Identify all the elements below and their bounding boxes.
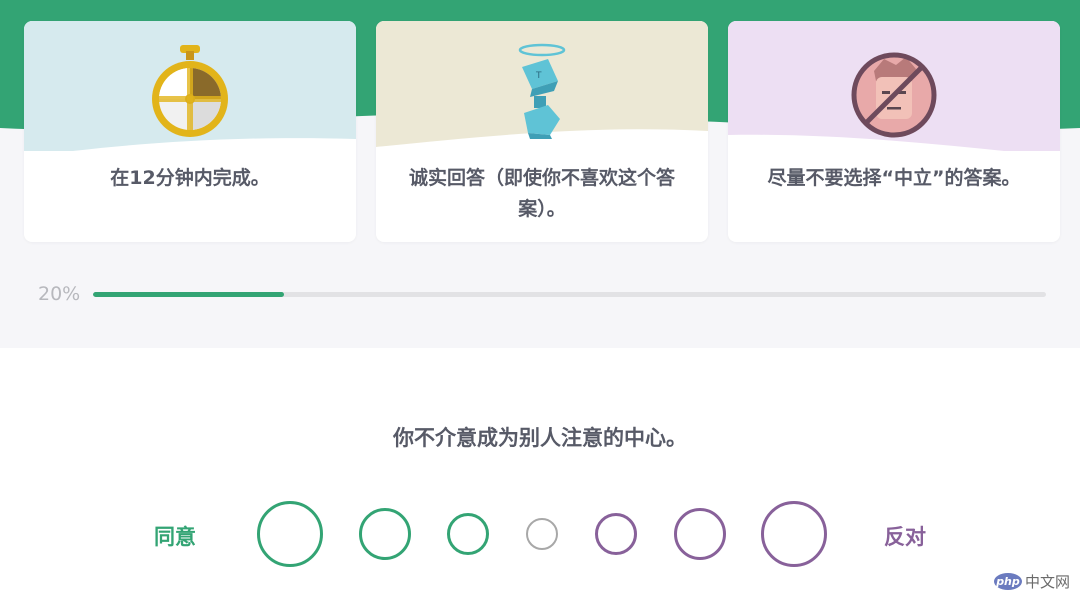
svg-text:T: T: [535, 71, 542, 81]
tip-text: 尽量不要选择“中立”的答案。: [767, 167, 1021, 189]
agree-label: 同意: [154, 525, 196, 549]
answer-option-3[interactable]: [447, 513, 489, 555]
php-logo-icon: php: [993, 573, 1022, 590]
progress-bar: [93, 292, 1046, 297]
answer-option-5[interactable]: [595, 513, 637, 555]
progress-fill: [93, 292, 284, 297]
answer-option-1[interactable]: [257, 501, 323, 567]
answer-option-4[interactable]: [526, 518, 558, 550]
stopwatch-icon: [152, 45, 228, 137]
tip-card-honest: T 诚实回答（即使你不喜欢这个答案）。: [376, 21, 708, 242]
answer-option-2[interactable]: [359, 508, 411, 560]
watermark-text: 中文网: [1024, 573, 1070, 591]
no-neutral-face-icon: [851, 52, 937, 138]
answer-option-7[interactable]: [761, 501, 827, 567]
watermark: php 中文网: [993, 571, 1070, 592]
tip-text: 诚实回答（即使你不喜欢这个答案）。: [408, 167, 675, 220]
tip-text: 在12分钟内完成。: [110, 167, 270, 189]
question-text: 你不介意成为别人注意的中心。: [393, 426, 687, 450]
test-header-area: 在12分钟内完成。 T 诚实回答（即使你不喜欢这个答案）。 尽量不要选择“中立”…: [0, 0, 1080, 348]
progress-percent: 20%: [38, 283, 81, 305]
tip-card-not-neutral: 尽量不要选择“中立”的答案。: [728, 21, 1060, 242]
honest-angel-icon: T: [518, 43, 566, 139]
tip-card-time: 在12分钟内完成。: [24, 21, 356, 242]
disagree-label: 反对: [884, 525, 926, 549]
answer-option-6[interactable]: [674, 508, 726, 560]
